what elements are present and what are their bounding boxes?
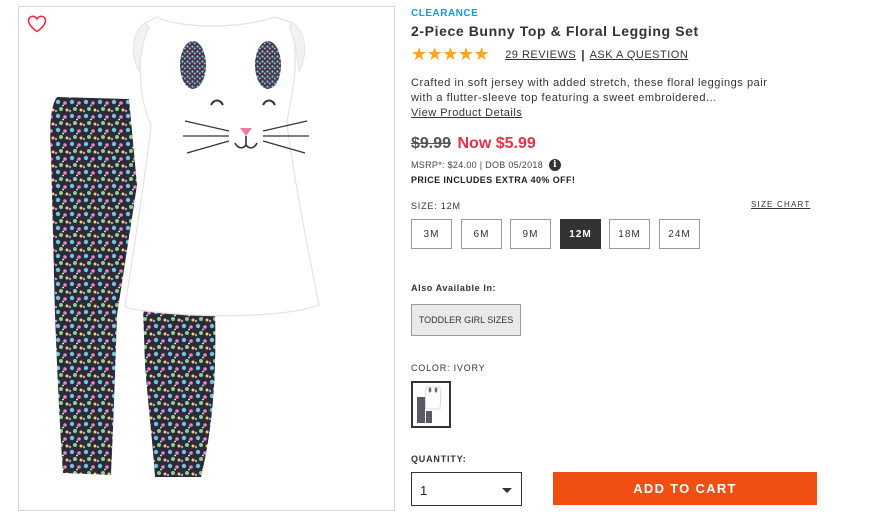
size-option-18m[interactable]: 18M — [609, 219, 650, 249]
size-option-9m[interactable]: 9M — [510, 219, 551, 249]
quantity-value: 1 — [420, 483, 428, 498]
size-option-24m[interactable]: 24M — [659, 219, 700, 249]
color-label: COLOR: IVORY — [411, 363, 485, 373]
also-available-label: Also Available In: — [411, 283, 497, 293]
ask-question-link[interactable]: ASK A QUESTION — [590, 49, 689, 61]
size-option-12m[interactable]: 12M — [560, 219, 601, 249]
add-to-cart-button[interactable]: ADD TO CART — [553, 472, 817, 505]
price-row: $9.99 Now $5.99 — [411, 135, 536, 153]
chevron-down-icon — [502, 488, 512, 493]
reviews-link[interactable]: 29 REVIEWS — [505, 49, 576, 61]
product-title: 2-Piece Bunny Top & Floral Legging Set — [411, 23, 699, 39]
color-label-text: COLOR: — [411, 363, 451, 373]
size-option-6m[interactable]: 6M — [461, 219, 502, 249]
view-details-link[interactable]: View Product Details — [411, 107, 522, 119]
size-chart-link[interactable]: SIZE CHART — [751, 200, 810, 209]
quantity-select[interactable]: 1 — [411, 472, 522, 506]
rating-row: ★★★★★ 29 REVIEWS | ASK A QUESTION — [411, 45, 688, 65]
product-image-panel — [18, 6, 395, 511]
selected-color: IVORY — [453, 363, 486, 373]
clearance-badge: CLEARANCE — [411, 8, 479, 19]
selected-size: 12M — [440, 201, 461, 211]
toddler-girl-sizes-button[interactable]: TODDLER GIRL SIZES — [411, 304, 521, 336]
size-label: SIZE: 12M — [411, 201, 461, 211]
size-option-3m[interactable]: 3M — [411, 219, 452, 249]
separator: | — [581, 48, 585, 62]
original-price: $9.99 — [411, 135, 452, 152]
msrp-text: MSRP*: $24.00 | DOB 05/2018 — [411, 160, 544, 170]
promo-text: PRICE INCLUDES EXTRA 40% OFF! — [411, 175, 576, 185]
product-description: Crafted in soft jersey with added stretc… — [411, 77, 768, 104]
quantity-label: QUANTITY: — [411, 454, 467, 464]
color-swatch-ivory[interactable] — [411, 381, 451, 428]
msrp-row: MSRP*: $24.00 | DOB 05/2018 i — [411, 159, 562, 171]
size-label-text: SIZE: — [411, 201, 438, 211]
swatch-thumbnail — [417, 386, 442, 423]
info-icon[interactable]: i — [549, 159, 562, 171]
sale-price: Now $5.99 — [457, 135, 536, 152]
product-image — [50, 16, 320, 477]
star-rating: ★★★★★ — [411, 44, 490, 65]
